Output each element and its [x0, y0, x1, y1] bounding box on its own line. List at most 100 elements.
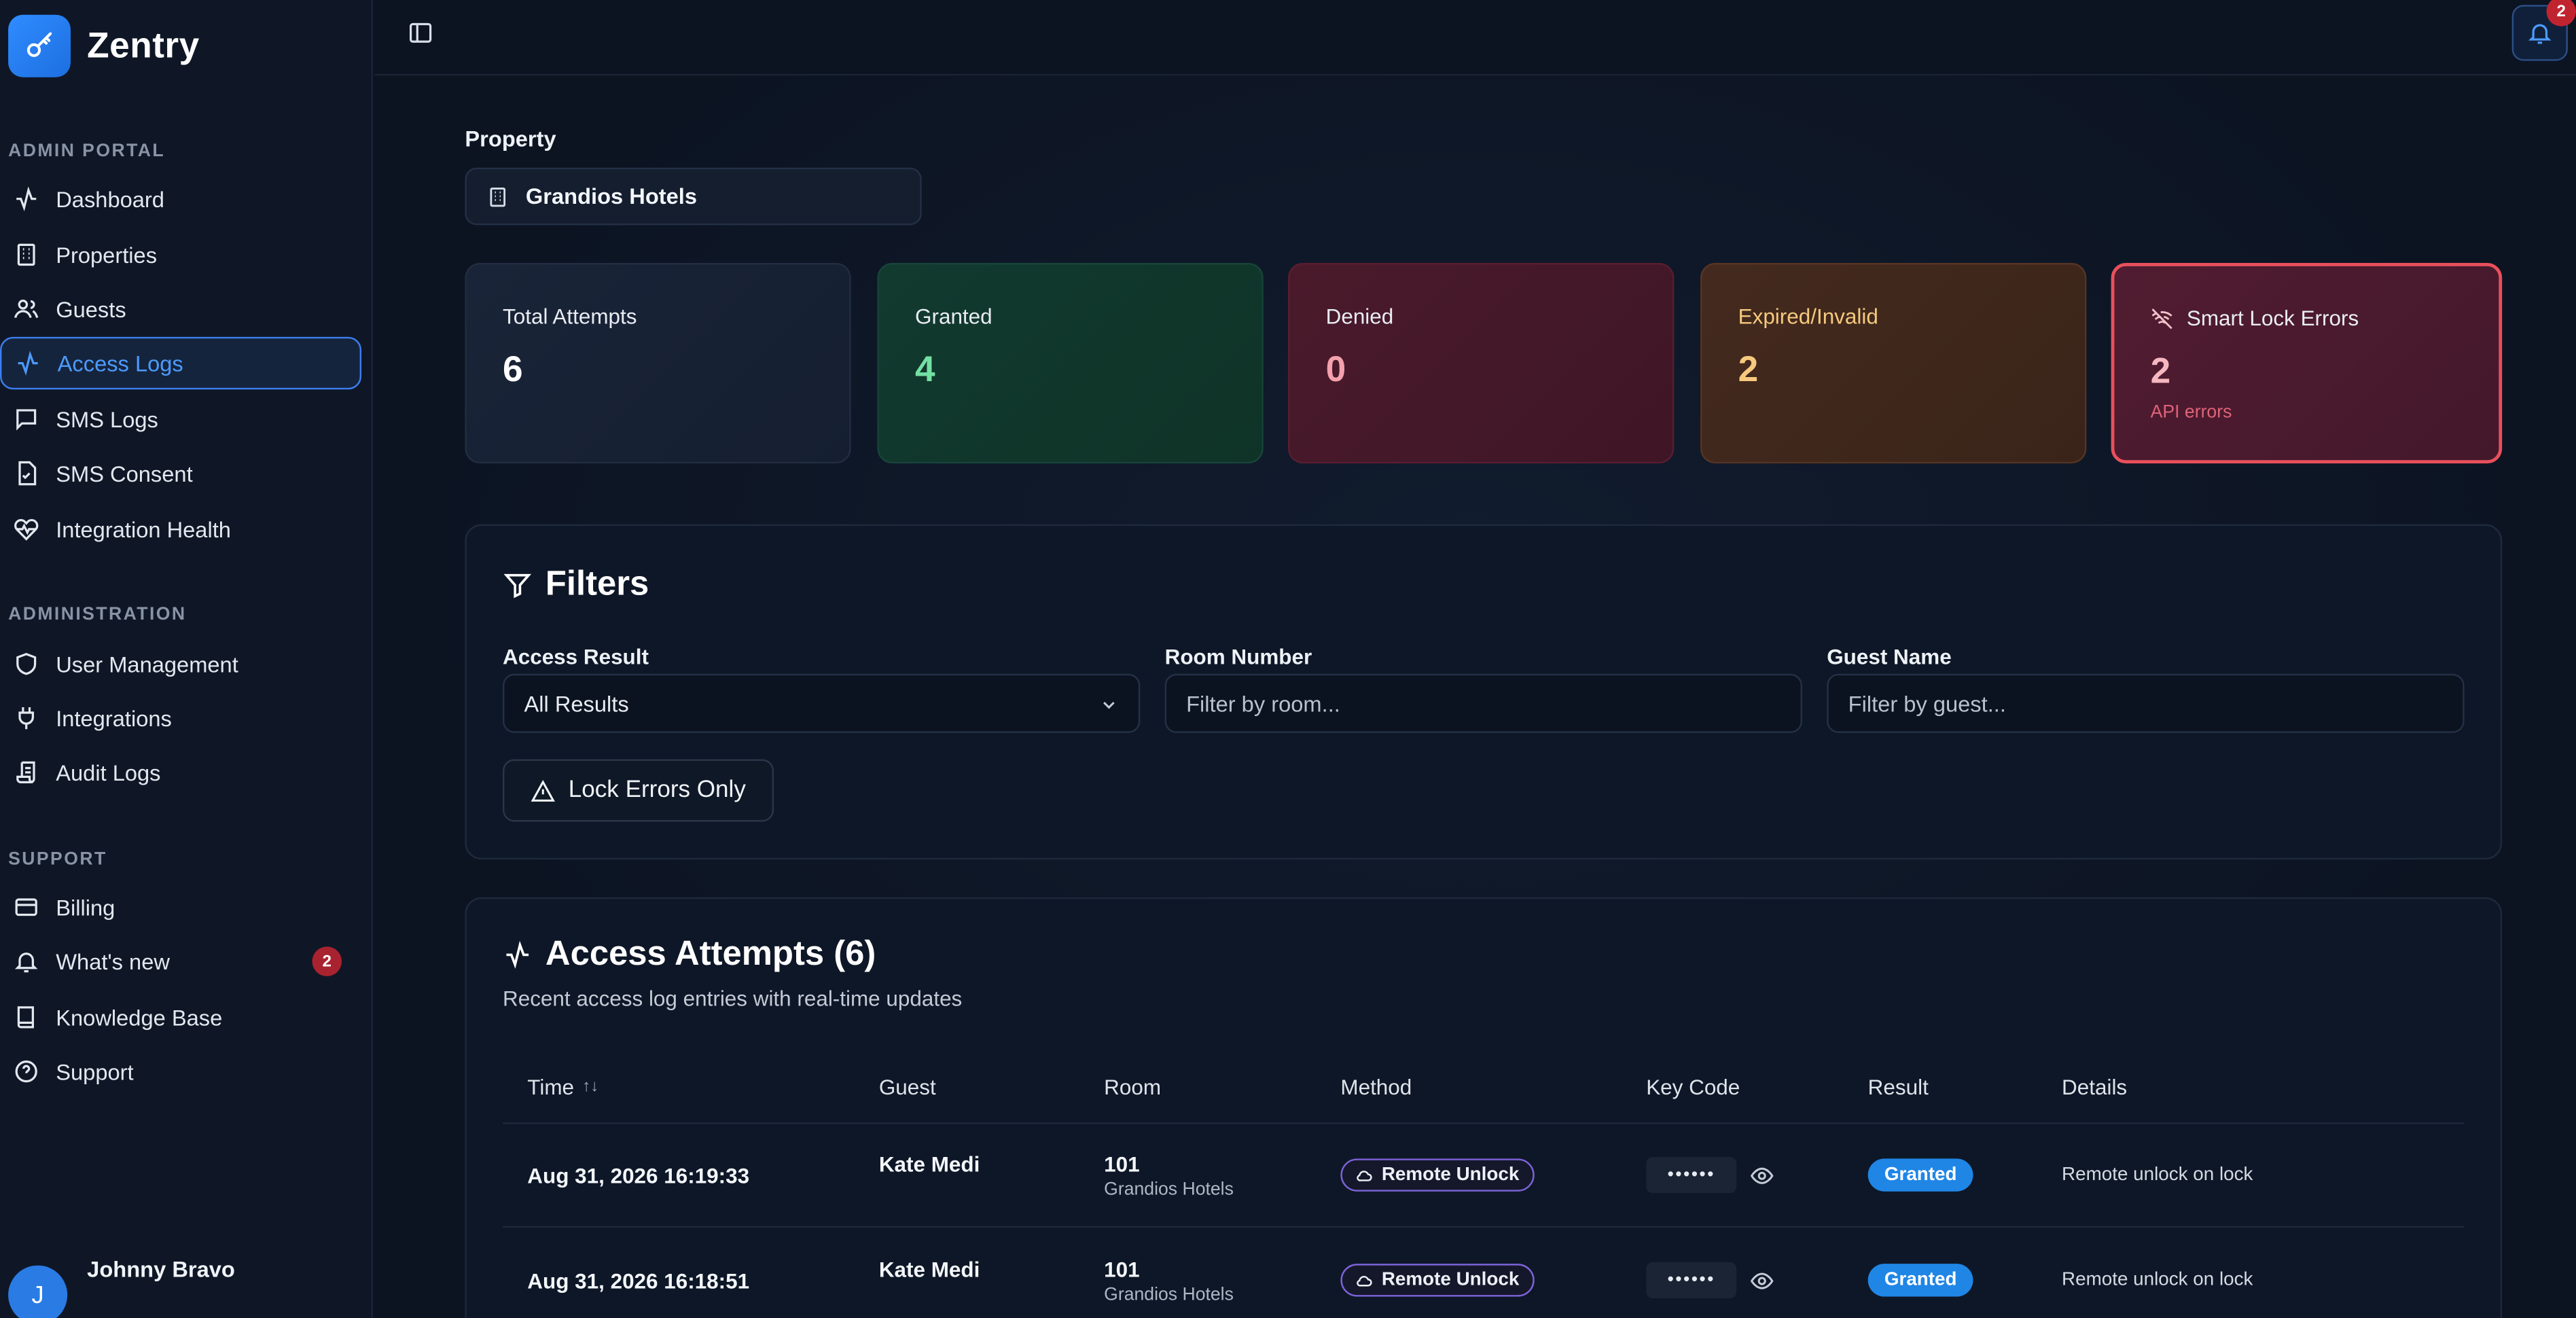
cloud-icon [1357, 1169, 1372, 1181]
sidebar-item-label: What's new [56, 948, 170, 974]
sidebar-item-sms-consent[interactable]: SMS Consent [0, 447, 361, 499]
sidebar-toggle-icon[interactable] [408, 20, 434, 46]
row-divider [503, 1226, 2465, 1228]
sidebar-item-label: Integrations [56, 705, 172, 731]
table-header-divider [503, 1122, 2465, 1124]
stat-card-total-attempts: Total Attempts 6 [465, 263, 851, 464]
help-circle-icon [15, 1061, 37, 1083]
sidebar-item-label: Knowledge Base [56, 1005, 223, 1030]
stat-value: 2 [2150, 350, 2171, 391]
column-header-guest: Guest [878, 1074, 936, 1100]
access-attempts-card: Access Attempts (6) Recent access log en… [465, 897, 2503, 1318]
lock-errors-only-button[interactable]: Lock Errors Only [503, 759, 774, 822]
wifi-off-icon [2151, 307, 2172, 329]
row-method: Remote Unlock [1340, 1264, 1535, 1297]
sidebar-item-audit-logs[interactable]: Audit Logs [0, 746, 361, 798]
column-header-result: Result [1867, 1074, 1929, 1100]
method-badge: Remote Unlock [1340, 1264, 1535, 1297]
notifications-button[interactable]: 2 [2511, 0, 2576, 61]
access-result-select[interactable]: All Results [503, 673, 1141, 733]
column-header-time[interactable]: Time ↑↓ [527, 1075, 598, 1099]
masked-key-code: •••••• [1646, 1156, 1737, 1194]
eye-icon[interactable] [1750, 1162, 1774, 1187]
shield-icon [16, 653, 37, 675]
sidebar-item-support[interactable]: Support [0, 1045, 361, 1097]
bell-icon [14, 952, 38, 973]
building-icon [17, 243, 35, 266]
sidebar-item-sms-logs[interactable]: SMS Logs [0, 393, 361, 445]
result-badge: Granted [1867, 1158, 1973, 1192]
method-badge: Remote Unlock [1340, 1158, 1535, 1192]
row-details: Remote unlock on lock [2062, 1270, 2253, 1290]
file-check-icon [18, 461, 37, 486]
user-profile[interactable]: J Johnny Bravo [8, 1252, 235, 1318]
plug-icon [18, 707, 34, 730]
brand[interactable]: Zentry [8, 14, 200, 77]
access-result-label: Access Result [503, 644, 649, 669]
sort-icon: ↑↓ [582, 1077, 599, 1097]
activity-icon [16, 186, 37, 212]
row-method: Remote Unlock [1340, 1158, 1535, 1192]
sidebar-item-whats-new[interactable]: What's new 2 [0, 935, 361, 987]
method-label: Remote Unlock [1381, 1270, 1520, 1290]
result-badge: Granted [1867, 1264, 1973, 1297]
row-room: 101 Grandios Hotels [1104, 1152, 1234, 1200]
room-number: 101 [1104, 1152, 1140, 1177]
attempts-subtitle: Recent access log entries with real-time… [503, 986, 963, 1011]
room-property: Grandios Hotels [1104, 1179, 1234, 1200]
stat-card-denied: Denied 0 [1288, 263, 1675, 464]
sidebar-item-integrations[interactable]: Integrations [0, 692, 361, 744]
scroll-icon [16, 761, 35, 784]
column-header-details: Details [2062, 1074, 2128, 1100]
sidebar-item-label: SMS Consent [56, 461, 193, 486]
sidebar-item-label: Guests [56, 296, 126, 321]
guest-name-input[interactable]: Filter by guest... [1827, 673, 2465, 733]
sidebar-item-guests[interactable]: Guests [0, 283, 361, 335]
sidebar-item-dashboard[interactable]: Dashboard [0, 173, 361, 225]
stat-card-smart-lock-errors[interactable]: Smart Lock Errors 2 API errors [2111, 263, 2503, 464]
sidebar-item-integration-health[interactable]: Integration Health [0, 503, 361, 555]
column-header-method: Method [1340, 1074, 1412, 1100]
sidebar-item-billing[interactable]: Billing [0, 881, 361, 933]
notifications-badge: 2 [2546, 0, 2576, 26]
sidebar-item-label: Audit Logs [56, 760, 161, 785]
attempts-title-text: Access Attempts (6) [545, 935, 876, 974]
sidebar-item-label: Dashboard [56, 186, 164, 211]
stat-label: Expired/Invalid [1738, 304, 1878, 329]
sidebar-item-properties[interactable]: Properties [0, 228, 361, 281]
whats-new-badge: 2 [312, 946, 342, 976]
activity-icon [18, 351, 38, 376]
sidebar-item-user-management[interactable]: User Management [0, 638, 361, 690]
attempts-title: Access Attempts (6) [503, 935, 876, 974]
row-result: Granted [1867, 1158, 1973, 1192]
stat-value: 4 [915, 348, 935, 390]
row-time: Aug 31, 2026 16:19:33 [527, 1163, 750, 1188]
stat-label-row: Smart Lock Errors [2151, 306, 2463, 330]
eye-icon[interactable] [1750, 1268, 1774, 1292]
activity-icon [506, 940, 529, 969]
property-select[interactable]: Grandios Hotels [465, 167, 922, 226]
sidebar-item-label: Properties [56, 242, 158, 268]
user-name: Johnny Bravo [87, 1257, 235, 1282]
sidebar-item-knowledge-base[interactable]: Knowledge Base [0, 991, 361, 1044]
filters-title: Filters [503, 565, 649, 605]
stat-value: 2 [1738, 348, 1759, 390]
row-guest: Kate Medi [878, 1152, 980, 1177]
cloud-icon [1357, 1275, 1372, 1286]
app-name: Zentry [87, 24, 200, 66]
sidebar-item-label: Billing [56, 895, 115, 920]
sidebar-item-access-logs[interactable]: Access Logs [0, 336, 362, 390]
guest-name-label: Guest Name [1827, 644, 1952, 669]
book-icon [17, 1006, 34, 1029]
room-number-input[interactable]: Filter by room... [1164, 673, 1802, 733]
section-label-admin-portal: ADMIN PORTAL [8, 141, 166, 162]
users-icon [14, 300, 39, 319]
row-result: Granted [1867, 1264, 1973, 1297]
column-header-key-code: Key Code [1646, 1074, 1740, 1100]
message-icon [16, 409, 37, 431]
building-icon [490, 186, 506, 207]
row-room: 101 Grandios Hotels [1104, 1257, 1234, 1304]
row-guest: Kate Medi [878, 1257, 980, 1282]
stat-card-granted: Granted 4 [877, 263, 1264, 464]
masked-key-code: •••••• [1646, 1262, 1737, 1298]
